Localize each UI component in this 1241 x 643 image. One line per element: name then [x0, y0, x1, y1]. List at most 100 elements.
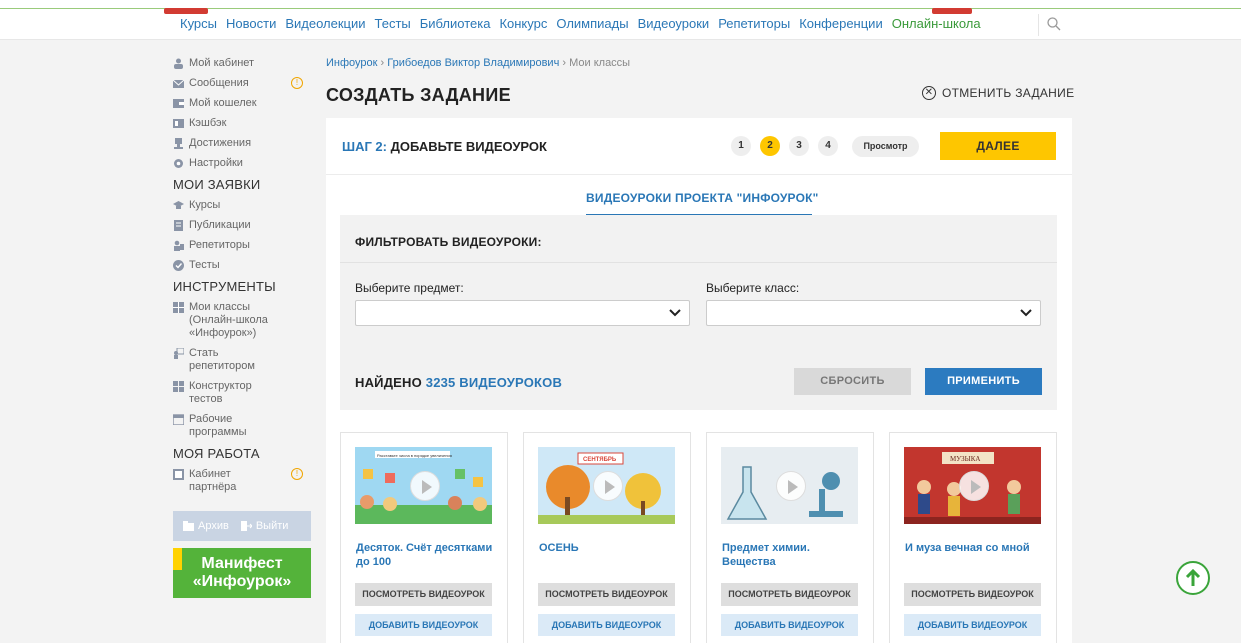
logout-link[interactable]: Выйти — [240, 520, 288, 532]
user-icon — [173, 58, 184, 69]
grid-icon — [173, 381, 184, 392]
nav-item-library[interactable]: Библиотека — [420, 16, 491, 31]
play-icon[interactable] — [959, 471, 989, 501]
sidebar-item-label: Сообщения — [189, 77, 249, 89]
apply-button[interactable]: ПРИМЕНИТЬ — [925, 368, 1042, 395]
nav-item-online-school[interactable]: Онлайн-школа — [892, 16, 981, 31]
video-thumbnail[interactable] — [721, 447, 858, 524]
video-title[interactable]: Десяток. Счёт десятками до 100 — [356, 541, 496, 569]
sidebar-item-courses[interactable]: Курсы — [173, 199, 311, 212]
sidebar-item-label: Репетиторы — [189, 239, 250, 251]
sidebar-item-label: Кэшбэк — [189, 117, 227, 129]
nav-item-videolessons[interactable]: Видеоуроки — [638, 16, 710, 31]
promo-badge — [164, 8, 208, 14]
breadcrumb-separator: › — [380, 57, 385, 69]
sidebar-item-label: Рабочие программы — [189, 413, 247, 438]
nav-item-tutors[interactable]: Репетиторы — [718, 16, 790, 31]
manifest-banner[interactable]: Манифест «Инфоурок» — [173, 548, 311, 598]
nav-item-conferences[interactable]: Конференции — [799, 16, 883, 31]
sidebar-item-cashback[interactable]: Кэшбэк — [173, 117, 311, 130]
sidebar-item-tutors[interactable]: Репетиторы — [173, 239, 311, 252]
class-select[interactable] — [706, 300, 1041, 326]
nav-item-videolectures[interactable]: Видеолекции — [285, 16, 365, 31]
reset-button[interactable]: СБРОСИТЬ — [794, 368, 911, 395]
add-video-button[interactable]: ДОБАВИТЬ ВИДЕОУРОК — [904, 614, 1041, 636]
close-icon: ✕ — [922, 86, 936, 100]
sidebar-item-wallet[interactable]: Мой кошелек — [173, 97, 311, 110]
add-video-button[interactable]: ДОБАВИТЬ ВИДЕОУРОК — [355, 614, 492, 636]
video-thumbnail[interactable]: СЕНТЯБРЬ — [538, 447, 675, 524]
sidebar-item-my-classes[interactable]: Мои классы (Онлайн-школа «Инфоурок») — [173, 301, 311, 340]
promo-badge — [932, 8, 972, 14]
preview-button[interactable]: Просмотр — [852, 136, 919, 157]
sidebar-heading-work: МОЯ РАБОТА — [173, 446, 260, 461]
top-navigation-bar: Курсы Новости Видеолекции Тесты Библиоте… — [0, 0, 1241, 40]
banner-accent — [173, 548, 182, 570]
step-1[interactable]: 1 — [731, 136, 751, 156]
view-video-button[interactable]: ПОСМОТРЕТЬ ВИДЕОУРОК — [538, 583, 675, 606]
step-2[interactable]: 2 — [760, 136, 780, 156]
sidebar-item-partner[interactable]: Кабинет партнёра ! — [173, 468, 311, 494]
sidebar-item-label: Публикации — [189, 219, 251, 231]
sidebar-item-settings[interactable]: Настройки — [173, 157, 311, 170]
step-heading: ШАГ 2: ДОБАВЬТЕ ВИДЕОУРОК — [342, 139, 547, 154]
main-nav: Курсы Новости Видеолекции Тесты Библиоте… — [180, 16, 990, 31]
sidebar-heading-requests: МОИ ЗАЯВКИ — [173, 177, 261, 192]
scroll-to-top-button[interactable] — [1176, 561, 1210, 595]
add-video-button[interactable]: ДОБАВИТЬ ВИДЕОУРОК — [538, 614, 675, 636]
video-thumbnail[interactable]: Расставьте числа в порядке увеличения — [355, 447, 492, 524]
video-thumbnail[interactable]: МУЗЫКА — [904, 447, 1041, 524]
breadcrumb: Инфоурок › Грибоедов Виктор Владимирович… — [326, 57, 630, 69]
page-title: СОЗДАТЬ ЗАДАНИЕ — [326, 85, 511, 105]
breadcrumb-separator: › — [562, 57, 567, 69]
divider — [340, 262, 1057, 263]
tutor-icon — [173, 240, 184, 251]
video-title[interactable]: И муза вечная со мной — [905, 541, 1045, 555]
results-prefix: НАЙДЕНО — [355, 375, 422, 390]
nav-item-olympiads[interactable]: Олимпиады — [556, 16, 628, 31]
become-tutor-icon — [173, 348, 184, 359]
cancel-task-button[interactable]: ✕ ОТМЕНИТЬ ЗАДАНИЕ — [922, 86, 1074, 100]
search-icon[interactable] — [1038, 14, 1068, 36]
envelope-icon — [173, 78, 184, 89]
next-button[interactable]: ДАЛЕЕ — [940, 132, 1056, 160]
play-icon[interactable] — [776, 471, 806, 501]
step-4[interactable]: 4 — [818, 136, 838, 156]
nav-item-contest[interactable]: Конкурс — [499, 16, 547, 31]
archive-icon — [183, 521, 194, 531]
check-circle-icon — [173, 260, 184, 271]
sidebar-item-label: Мой кабинет — [189, 57, 255, 69]
sidebar-item-cabinet[interactable]: Мой кабинет — [173, 57, 311, 70]
add-video-button[interactable]: ДОБАВИТЬ ВИДЕОУРОК — [721, 614, 858, 636]
sidebar-item-become-tutor[interactable]: Стать репетитором — [173, 347, 311, 373]
view-video-button[interactable]: ПОСМОТРЕТЬ ВИДЕОУРОК — [721, 583, 858, 606]
play-icon[interactable] — [593, 471, 623, 501]
view-video-button[interactable]: ПОСМОТРЕТЬ ВИДЕОУРОК — [355, 583, 492, 606]
nav-item-news[interactable]: Новости — [226, 16, 276, 31]
breadcrumb-home[interactable]: Инфоурок — [326, 57, 377, 69]
play-icon[interactable] — [410, 471, 440, 501]
sidebar-item-messages[interactable]: Сообщения ! — [173, 77, 311, 90]
step-number: ШАГ 2: — [342, 139, 387, 154]
nav-item-tests[interactable]: Тесты — [375, 16, 411, 31]
nav-item-courses[interactable]: Курсы — [180, 16, 217, 31]
video-card: Предмет химии. Вещества ПОСМОТРЕТЬ ВИДЕО… — [706, 432, 874, 643]
step-3[interactable]: 3 — [789, 136, 809, 156]
video-title[interactable]: ОСЕНЬ — [539, 541, 679, 555]
filter-title: ФИЛЬТРОВАТЬ ВИДЕОУРОКИ: — [355, 235, 542, 249]
tab-infourok-videolessons[interactable]: ВИДЕОУРОКИ ПРОЕКТА "ИНФОУРОК" — [586, 191, 819, 205]
sidebar-item-test-builder[interactable]: Конструктор тестов — [173, 380, 311, 406]
sidebar-item-publications[interactable]: Публикации — [173, 219, 311, 232]
notification-badge: ! — [291, 468, 303, 480]
svg-text:МУЗЫКА: МУЗЫКА — [950, 455, 980, 463]
view-video-button[interactable]: ПОСМОТРЕТЬ ВИДЕОУРОК — [904, 583, 1041, 606]
sidebar-item-achievements[interactable]: Достижения — [173, 137, 311, 150]
breadcrumb-user[interactable]: Грибоедов Виктор Владимирович — [387, 57, 559, 69]
sidebar-item-work-programs[interactable]: Рабочие программы — [173, 413, 311, 439]
video-title[interactable]: Предмет химии. Вещества — [722, 541, 862, 569]
breadcrumb-current: Мои классы — [569, 57, 631, 69]
sidebar-item-tests[interactable]: Тесты — [173, 259, 311, 272]
archive-link[interactable]: Архив — [183, 520, 229, 532]
partner-icon — [173, 469, 184, 480]
subject-select[interactable] — [355, 300, 690, 326]
